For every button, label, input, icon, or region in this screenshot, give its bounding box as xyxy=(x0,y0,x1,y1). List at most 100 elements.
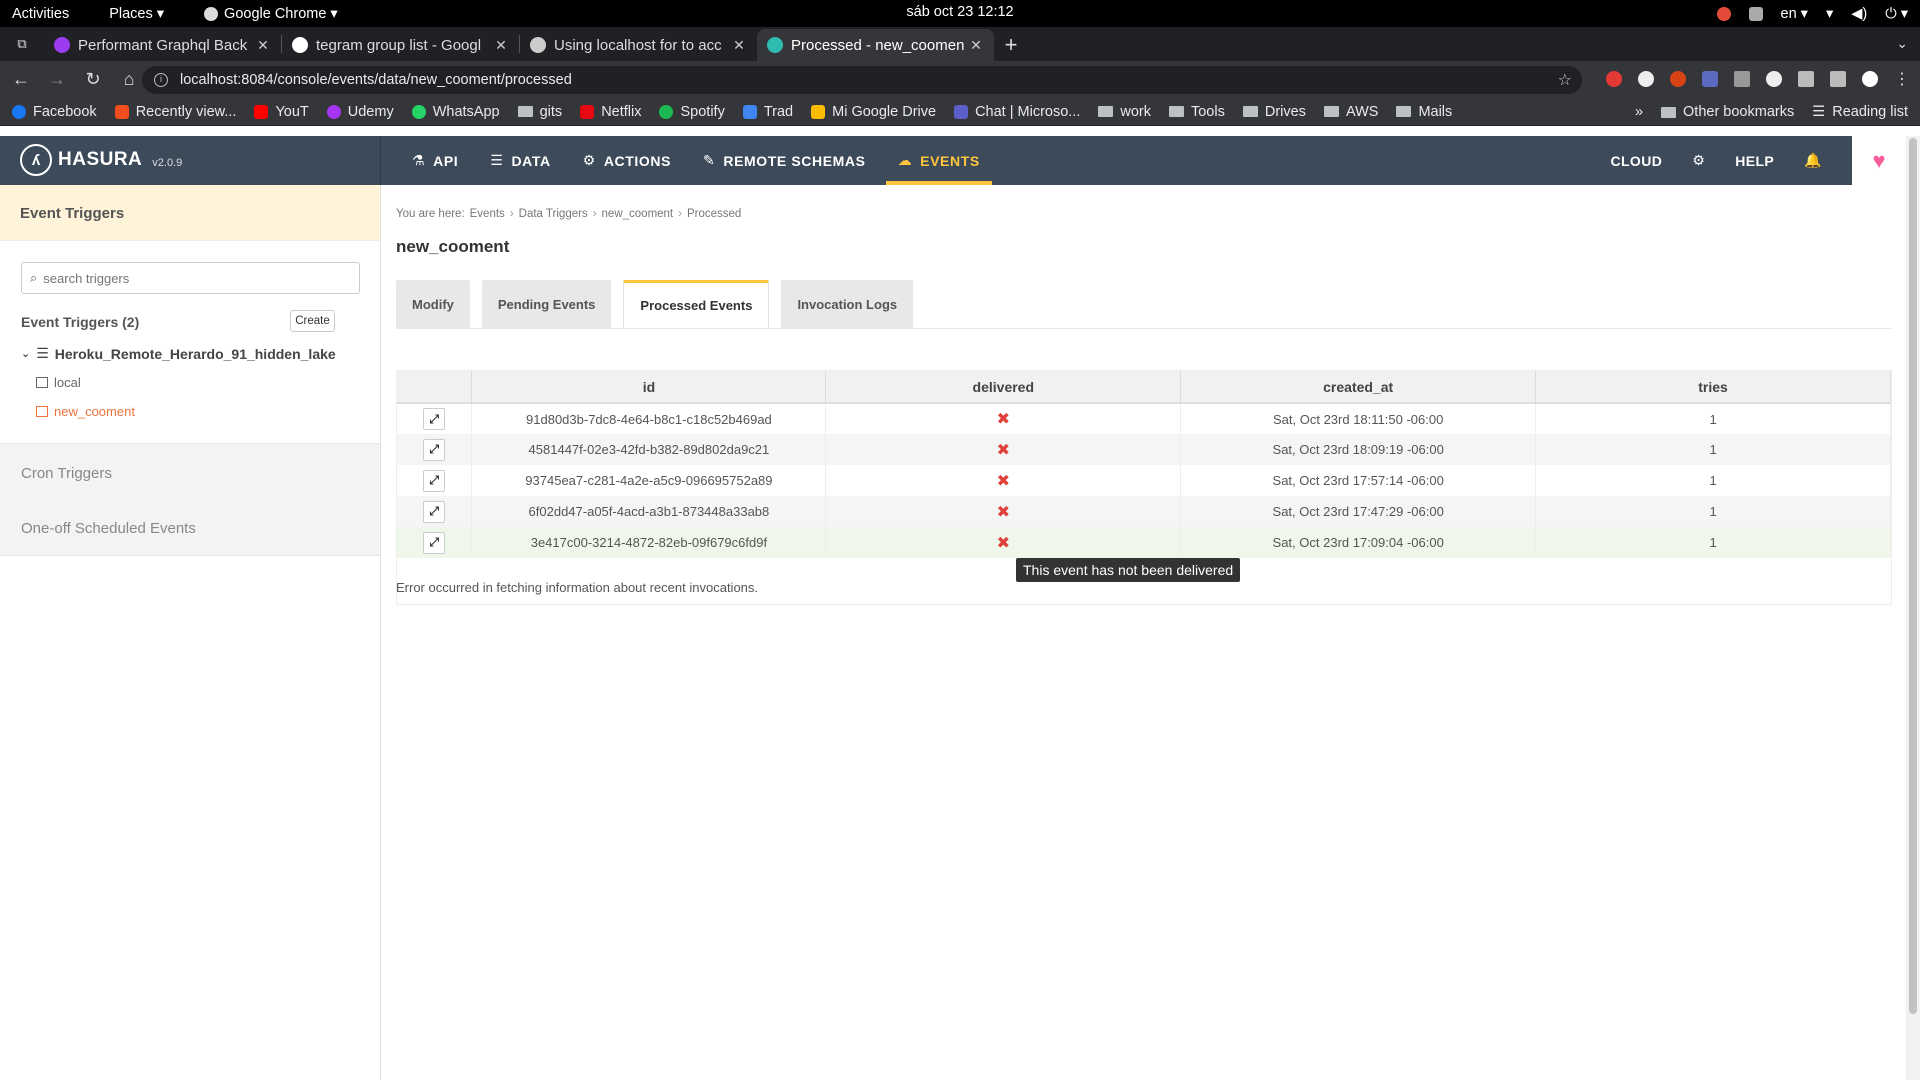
bookmark-item[interactable]: Recently view... xyxy=(114,104,236,120)
hasura-logo[interactable]: ʎ HASURA v2.0.9 xyxy=(20,144,182,176)
bookmark-star-icon[interactable]: ☆ xyxy=(1558,70,1572,90)
table-row[interactable]: ⤢ 91d80d3b-7dc8-4e64-b8c1-c18c52b469ad ✖… xyxy=(397,403,1891,434)
close-icon[interactable]: ✕ xyxy=(255,37,271,54)
site-info-icon[interactable]: i xyxy=(154,73,168,87)
expand-icon[interactable]: ⤢ xyxy=(423,531,446,554)
wifi-icon[interactable]: ▾ xyxy=(1826,6,1833,22)
close-icon[interactable]: ✕ xyxy=(968,37,984,54)
places-menu[interactable]: Places ▾ xyxy=(109,6,164,22)
search-input[interactable] xyxy=(43,270,344,286)
discord-icon[interactable] xyxy=(1748,6,1763,21)
profile-avatar[interactable] xyxy=(1862,71,1878,87)
column-header-id[interactable]: id xyxy=(471,371,827,404)
help-link[interactable]: HELP xyxy=(1735,153,1774,169)
cloud-link[interactable]: CLOUD xyxy=(1610,153,1662,169)
nav-data[interactable]: ☰ DATA xyxy=(490,136,550,185)
bookmark-item[interactable]: Udemy xyxy=(326,104,394,120)
back-arrow-icon[interactable]: ← xyxy=(6,69,36,90)
home-icon[interactable]: ⌂ xyxy=(114,69,144,90)
record-icon[interactable] xyxy=(1716,6,1731,21)
breadcrumb-trigger[interactable]: new_cooment xyxy=(602,208,674,220)
trigger-search[interactable]: ⌕ xyxy=(21,262,360,294)
bookmark-folder[interactable]: gits xyxy=(517,104,562,120)
reload-icon[interactable]: ↻ xyxy=(78,69,108,90)
extension-icon[interactable] xyxy=(1702,71,1718,87)
tab-processed-events[interactable]: Processed Events xyxy=(623,280,770,328)
expand-icon[interactable]: ⤢ xyxy=(423,500,446,523)
menu-dots-icon[interactable]: ⋮ xyxy=(1894,69,1910,89)
not-delivered-icon[interactable]: ✖ xyxy=(997,504,1010,521)
table-row[interactable]: ⤢ 4581447f-02e3-42fd-b382-89d802da9c21 ✖… xyxy=(397,434,1891,465)
settings-gear-icon[interactable]: ⚙ xyxy=(1692,152,1705,169)
not-delivered-icon[interactable]: ✖ xyxy=(997,411,1010,428)
bookmark-folder[interactable]: work xyxy=(1098,104,1151,120)
power-icon[interactable]: ⏻ ▾ xyxy=(1885,6,1908,22)
sidebar-event-triggers-section[interactable]: Event Triggers xyxy=(0,185,380,241)
more-bookmarks-button[interactable]: » xyxy=(1635,104,1643,120)
bookmark-item[interactable]: Chat | Microso... xyxy=(954,104,1080,120)
activities-button[interactable]: Activities xyxy=(12,6,69,22)
scrollbar-thumb[interactable] xyxy=(1909,138,1917,1014)
create-trigger-button[interactable]: Create xyxy=(290,310,335,332)
bookmark-folder[interactable]: Tools xyxy=(1168,104,1225,120)
nav-events[interactable]: ☁ EVENTS xyxy=(885,136,993,185)
media-icon[interactable] xyxy=(1830,71,1846,87)
table-row-hovered[interactable]: ⤢ 3e417c00-3214-4872-82eb-09f679c6fd9f ✖… xyxy=(397,527,1891,558)
forward-arrow-icon[interactable]: → xyxy=(42,69,72,90)
page-scrollbar[interactable] xyxy=(1906,136,1920,1080)
extension-icon[interactable] xyxy=(1638,71,1654,87)
breadcrumb-data-triggers[interactable]: Data Triggers xyxy=(519,208,588,220)
heart-button[interactable]: ♥ xyxy=(1852,136,1906,185)
not-delivered-icon[interactable]: ✖ xyxy=(997,442,1010,459)
bookmark-item[interactable]: Mi Google Drive xyxy=(811,104,936,120)
tab-invocation-logs[interactable]: Invocation Logs xyxy=(781,280,914,328)
puzzle-icon[interactable] xyxy=(1798,71,1814,87)
expand-icon[interactable]: ⤢ xyxy=(423,469,446,492)
clock[interactable]: sáb oct 23 12:12 xyxy=(906,4,1013,20)
app-menu[interactable]: Google Chrome ▾ xyxy=(204,6,338,22)
tab-modify[interactable]: Modify xyxy=(396,280,470,328)
bookmark-item[interactable]: WhatsApp xyxy=(411,104,500,120)
expand-icon[interactable]: ⤢ xyxy=(423,438,446,461)
language-indicator[interactable]: en ▾ xyxy=(1781,6,1808,22)
table-row[interactable]: ⤢ 93745ea7-c281-4a2e-a5c9-096695752a89 ✖… xyxy=(397,465,1891,496)
sidebar-one-off-events[interactable]: One-off Scheduled Events xyxy=(0,499,380,556)
column-header-tries[interactable]: tries xyxy=(1535,371,1891,404)
sidebar-cron-triggers[interactable]: Cron Triggers xyxy=(0,443,380,500)
bookmark-item[interactable]: Trad xyxy=(742,104,793,120)
address-bar[interactable]: i localhost:8084/console/events/data/new… xyxy=(142,66,1582,94)
notification-bell-icon[interactable]: 🔔 xyxy=(1804,152,1822,169)
not-delivered-icon[interactable]: ✖ xyxy=(997,535,1010,552)
sidebar-table-local[interactable]: local xyxy=(36,375,81,390)
extension-icon[interactable] xyxy=(1734,71,1750,87)
database-tree-node[interactable]: ⌄ ☰ Heroku_Remote_Herardo_91_hidden_lake xyxy=(21,345,336,362)
tab-list-chevron-icon[interactable]: ⌄ xyxy=(1896,35,1908,52)
expand-icon[interactable]: ⤢ xyxy=(423,408,446,430)
close-icon[interactable]: ✕ xyxy=(493,37,509,54)
bookmark-item[interactable]: Netflix xyxy=(580,104,641,120)
reading-list[interactable]: ☰ Reading list xyxy=(1812,104,1908,120)
tab-pending-events[interactable]: Pending Events xyxy=(481,280,612,328)
extension-icon[interactable] xyxy=(1606,71,1622,87)
bookmark-item[interactable]: Spotify xyxy=(659,104,725,120)
column-header-delivered[interactable]: delivered xyxy=(825,371,1182,404)
other-bookmarks[interactable]: Other bookmarks xyxy=(1661,104,1794,120)
bookmark-item[interactable]: Facebook xyxy=(12,104,97,120)
browser-tab-active[interactable]: Processed - new_coomen ✕ xyxy=(757,29,994,61)
not-delivered-icon[interactable]: ✖ xyxy=(997,473,1010,490)
bookmark-item[interactable]: YouT xyxy=(254,104,309,120)
nav-remote-schemas[interactable]: ✎ REMOTE SCHEMAS xyxy=(703,136,866,185)
bookmark-folder[interactable]: Mails xyxy=(1396,104,1452,120)
column-header-created-at[interactable]: created_at xyxy=(1180,371,1537,404)
nav-actions[interactable]: ⚙ ACTIONS xyxy=(583,136,671,185)
bookmark-folder[interactable]: Drives xyxy=(1242,104,1306,120)
table-row[interactable]: ⤢ 6f02dd47-a05f-4acd-a3b1-873448a33ab8 ✖… xyxy=(397,496,1891,527)
new-tab-button[interactable]: + xyxy=(994,29,1028,61)
breadcrumb-events[interactable]: Events xyxy=(470,208,505,220)
browser-tab[interactable]: tegram group list - Googl ✕ xyxy=(282,29,519,61)
close-icon[interactable]: ✕ xyxy=(731,37,747,54)
chevron-down-icon[interactable]: ⌄ xyxy=(21,347,30,360)
volume-icon[interactable]: ◀) xyxy=(1851,6,1867,22)
browser-tab[interactable]: Performant Graphql Back ✕ xyxy=(44,29,281,61)
extension-icon[interactable] xyxy=(1766,71,1782,87)
